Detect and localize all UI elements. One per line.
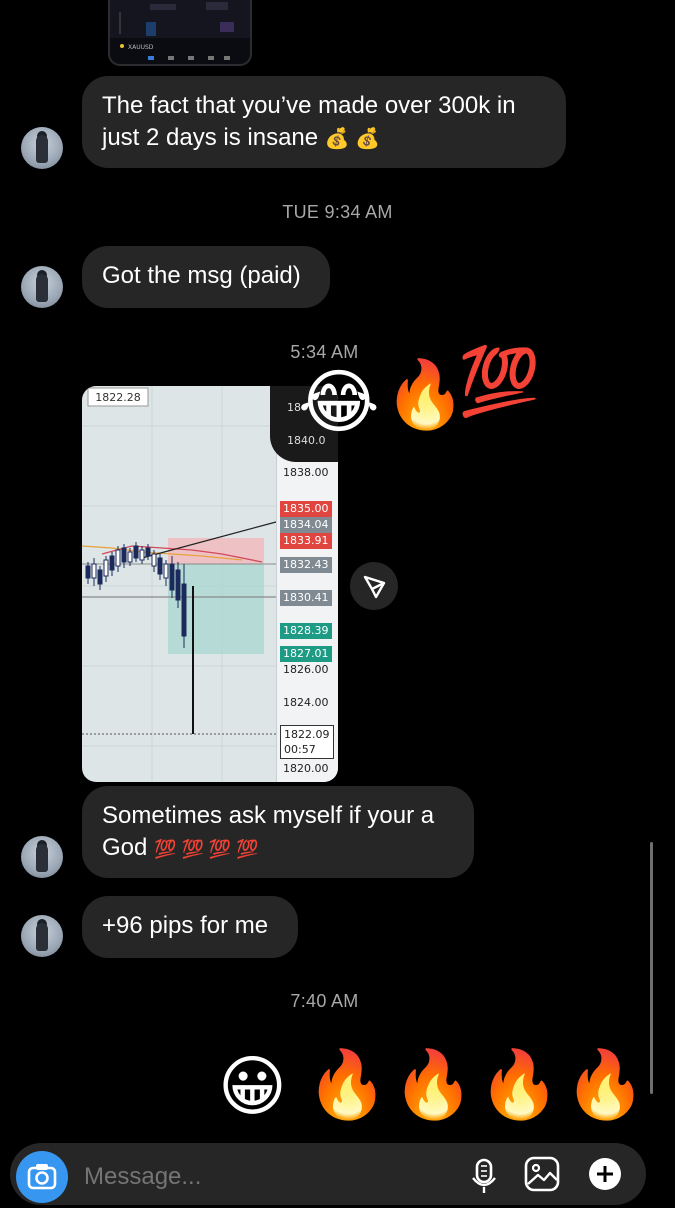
message-text: +96 pips for me xyxy=(102,912,269,939)
message-bubble[interactable]: Sometimes ask myself if your a God 💯 💯 💯… xyxy=(82,786,474,878)
send-icon xyxy=(363,575,386,599)
message-text: Got the msg (paid) xyxy=(102,262,301,289)
sender-avatar[interactable] xyxy=(21,915,63,957)
fire-emoji[interactable]: 🔥 xyxy=(478,1046,560,1122)
message-text: The fact that you’ve made over 300k in j… xyxy=(102,92,516,151)
money-bag-emoji: 💰 💰 xyxy=(324,128,381,150)
fire-emoji[interactable]: 🔥 xyxy=(564,1046,646,1122)
shared-chart-image[interactable]: 1822.28 18 1840.0 1838.00 1835.00 1834.0… xyxy=(82,386,338,782)
price-tag-current: 1822.09 00:57 xyxy=(280,725,334,759)
scrollbar[interactable] xyxy=(650,842,653,1094)
price-label: 1820.00 xyxy=(283,762,329,775)
message-bubble[interactable]: +96 pips for me xyxy=(82,896,298,958)
camera-icon xyxy=(27,1164,57,1190)
hundred-emoji: 💯 💯 💯 💯 xyxy=(154,839,259,859)
timestamp: 5:34 AM xyxy=(290,342,359,362)
message-text: Sometimes ask myself if your a God xyxy=(102,802,435,861)
price-tag-red: 1835.00 xyxy=(280,501,332,517)
gallery-button[interactable] xyxy=(522,1154,562,1194)
partial-chart-graphic: XAUUSD xyxy=(110,0,250,60)
message-input[interactable] xyxy=(82,1156,446,1198)
price-label: 1838.00 xyxy=(283,466,329,479)
add-button[interactable] xyxy=(586,1155,624,1193)
camera-button[interactable] xyxy=(16,1151,68,1203)
sender-avatar[interactable] xyxy=(21,266,63,308)
shared-image-partial[interactable]: XAUUSD xyxy=(108,0,252,66)
timestamp: 7:40 AM xyxy=(290,991,359,1011)
fire-emoji[interactable]: 🔥 xyxy=(306,1046,388,1122)
price-tag-green: 1827.01 xyxy=(280,646,332,662)
microphone-icon xyxy=(472,1158,496,1193)
partial-caption: XAUUSD xyxy=(128,44,154,51)
current-price: 1822.09 xyxy=(284,728,330,741)
price-tag-green: 1828.39 xyxy=(280,623,332,639)
fire-emoji[interactable]: 🔥 xyxy=(392,1046,474,1122)
sender-avatar[interactable] xyxy=(21,127,63,169)
fire-emoji-reaction[interactable]: 🔥 xyxy=(384,356,466,432)
price-tag-gray: 1832.43 xyxy=(280,557,332,573)
share-button[interactable] xyxy=(350,562,398,610)
sender-avatar[interactable] xyxy=(21,836,63,878)
price-tag-gray: 1830.41 xyxy=(280,590,332,606)
top-left-price: 1822.28 xyxy=(95,391,141,404)
price-label: 1824.00 xyxy=(283,696,329,709)
microphone-button[interactable] xyxy=(466,1154,502,1198)
plus-icon xyxy=(589,1158,621,1190)
grinning-emoji[interactable]: 😀 xyxy=(218,1050,287,1122)
hundred-emoji-reaction[interactable]: 💯 xyxy=(458,346,540,416)
laughing-emoji-reaction[interactable]: 😂 xyxy=(298,364,380,440)
price-label: 1826.00 xyxy=(283,663,329,676)
gallery-icon xyxy=(524,1156,560,1192)
candle-countdown: 00:57 xyxy=(284,743,316,756)
timestamp: TUE 9:34 AM xyxy=(282,202,393,222)
price-tag-red: 1833.91 xyxy=(280,533,332,549)
message-bubble[interactable]: The fact that you’ve made over 300k in j… xyxy=(82,76,566,168)
price-tag-gray: 1834.04 xyxy=(280,517,332,533)
message-bubble[interactable]: Got the msg (paid) xyxy=(82,246,330,308)
